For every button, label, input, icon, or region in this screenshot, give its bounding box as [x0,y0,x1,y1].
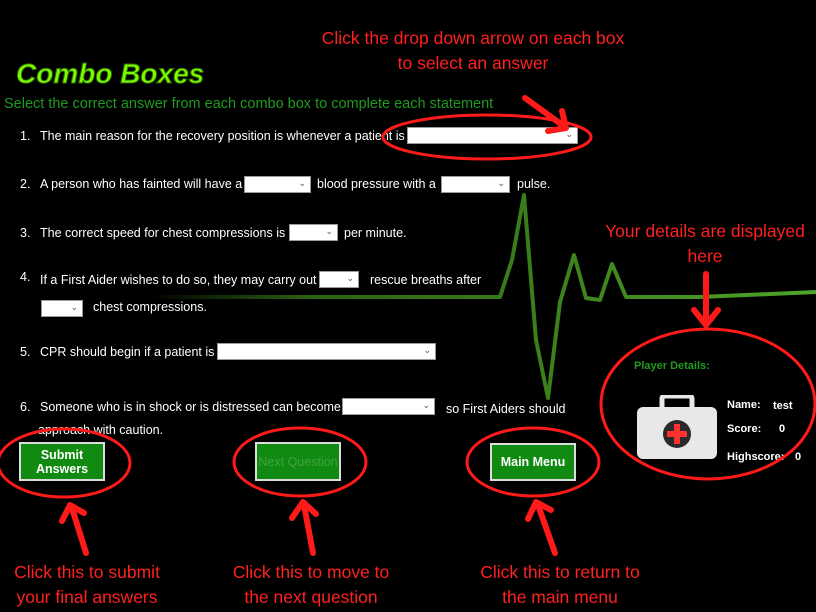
annotation-submit: Click this to submit your final answers [14,562,160,607]
annotation-overlay [0,95,816,556]
annotation-dropdown: Click the drop down arrow on each box to… [321,28,625,73]
menu-highlight-circle [465,426,601,498]
annotation-menu: Click this to return to the main menu [480,562,640,607]
submit-highlight-circle [0,427,132,499]
annotation-details: Your details are displayed here [605,221,805,266]
next-highlight-circle [232,426,368,498]
annotation-next: Click this to move to the next question [232,562,390,607]
details-highlight-circle [599,327,816,481]
